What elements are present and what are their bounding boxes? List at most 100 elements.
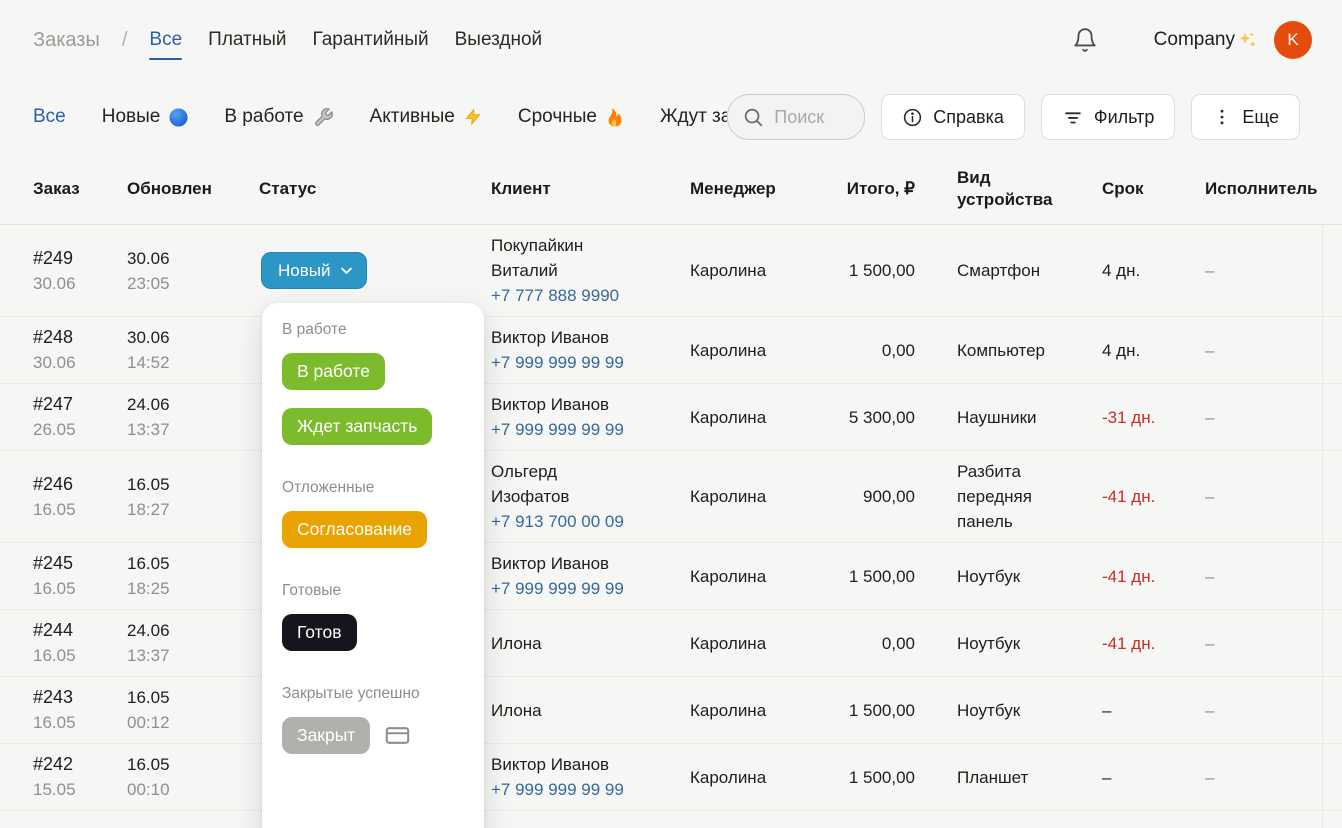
status-option[interactable]: В работе bbox=[282, 353, 385, 390]
client-phone-link[interactable]: +7 999 999 99 99 bbox=[491, 350, 624, 375]
credit-card-icon bbox=[384, 722, 411, 749]
client-cell: Илона bbox=[491, 623, 690, 664]
help-button-label: Справка bbox=[933, 107, 1004, 128]
client-phone-link[interactable]: +7 777 888 9990 bbox=[491, 283, 619, 308]
total-cell: 0,00 bbox=[800, 824, 915, 828]
status-option[interactable]: Готов bbox=[282, 614, 357, 651]
tab[interactable]: Все bbox=[33, 106, 66, 128]
status-option-row: Согласование bbox=[282, 511, 464, 548]
client-name: Виктор Иванов bbox=[491, 551, 631, 576]
table-row[interactable]: #248 30.06 30.06 14:52 Виктор Иванов+7 9… bbox=[0, 317, 1342, 384]
tab[interactable]: Новые bbox=[102, 106, 189, 128]
search-input[interactable] bbox=[772, 106, 850, 129]
order-date: 30.06 bbox=[33, 350, 127, 375]
tab-label: Все bbox=[33, 106, 66, 128]
status-dropdown-button[interactable]: Новый bbox=[261, 252, 367, 289]
table-row[interactable]: #241 24.06 Виктор Иванов Каролина 0,00 П… bbox=[0, 811, 1342, 828]
client-phone-link[interactable]: +7 913 700 00 09 bbox=[491, 509, 624, 534]
top-nav-item[interactable]: Выездной bbox=[455, 29, 543, 51]
client-phone-link[interactable]: +7 999 999 99 99 bbox=[491, 777, 624, 802]
order-number: #243 bbox=[33, 685, 127, 710]
tab-label: Ждут запч bbox=[660, 106, 727, 128]
status-option-row: Ждет запчасть bbox=[282, 408, 464, 445]
updated-cell: 16.05 00:10 bbox=[127, 744, 259, 810]
executor-cell: – bbox=[1165, 690, 1342, 731]
table-body: #249 30.06 30.06 23:05 Новый Покупайкин … bbox=[0, 225, 1342, 828]
table-row[interactable]: #247 26.05 24.06 13:37 Виктор Иванов+7 9… bbox=[0, 384, 1342, 451]
status-option-row: В работе bbox=[282, 353, 464, 390]
order-date: 30.06 bbox=[33, 271, 127, 296]
client-cell: Виктор Иванов+7 999 999 99 99 bbox=[491, 543, 690, 609]
filter-tabs: Все Новые В работе Активные Срочные Ждут запч bbox=[33, 106, 727, 128]
tab[interactable]: Срочные bbox=[518, 106, 624, 128]
status-group-label: Отложенные bbox=[282, 479, 464, 497]
client-cell: Илона bbox=[491, 690, 690, 731]
tab[interactable]: Ждут запч bbox=[660, 106, 727, 128]
search-box[interactable] bbox=[727, 94, 865, 140]
column-header-updated: Обновлен bbox=[127, 178, 259, 200]
total-cell: 1 500,00 bbox=[800, 757, 915, 798]
manager-cell: Каролина bbox=[690, 476, 800, 517]
updated-time: 18:25 bbox=[127, 576, 259, 601]
tab-label: В работе bbox=[224, 106, 303, 128]
tabs-bar: Все Новые В работе Активные Срочные Ждут запч… bbox=[0, 80, 1342, 154]
order-cell: #249 30.06 bbox=[33, 238, 127, 304]
status-option[interactable]: Ждет запчасть bbox=[282, 408, 432, 445]
table-row[interactable]: #242 15.05 16.05 00:10 Виктор Иванов+7 9… bbox=[0, 744, 1342, 811]
updated-date: 30.06 bbox=[127, 246, 259, 271]
updated-cell: 24.06 bbox=[127, 824, 259, 828]
order-date: 16.05 bbox=[33, 497, 127, 522]
order-cell: #247 26.05 bbox=[33, 384, 127, 450]
status-group: Отложенные Согласование bbox=[282, 479, 464, 548]
total-cell: 0,00 bbox=[800, 623, 915, 664]
status-group: Закрытые успешноЗакрыт bbox=[282, 685, 464, 754]
top-bar: Заказы / ВсеПлатныйГарантийныйВыездной C… bbox=[0, 0, 1342, 80]
updated-cell: 30.06 23:05 bbox=[127, 238, 259, 304]
filter-button[interactable]: Фильтр bbox=[1041, 94, 1175, 140]
lightning-icon bbox=[464, 107, 482, 127]
order-date: 16.05 bbox=[33, 576, 127, 601]
company-menu[interactable]: Company bbox=[1154, 29, 1258, 51]
status-group: ГотовыеГотов bbox=[282, 582, 464, 651]
total-cell: 900,00 bbox=[800, 476, 915, 517]
order-number: #244 bbox=[33, 618, 127, 643]
table-row[interactable]: #245 16.05 16.05 18:25 Виктор Иванов+7 9… bbox=[0, 543, 1342, 610]
table-row[interactable]: #249 30.06 30.06 23:05 Новый Покупайкин … bbox=[0, 225, 1342, 317]
more-button[interactable]: Еще bbox=[1191, 94, 1300, 140]
client-cell: Покупайкин Виталий+7 777 888 9990 bbox=[491, 225, 690, 316]
search-icon bbox=[742, 106, 764, 128]
status-cell: Новый bbox=[259, 252, 491, 289]
table-row[interactable]: #244 16.05 24.06 13:37 Илона Каролина 0,… bbox=[0, 610, 1342, 677]
help-button[interactable]: Справка bbox=[881, 94, 1025, 140]
sparkles-icon bbox=[1237, 30, 1258, 51]
tab[interactable]: В работе bbox=[224, 106, 333, 128]
manager-cell: Каролина bbox=[690, 623, 800, 664]
avatar[interactable]: K bbox=[1274, 21, 1312, 59]
client-phone-link[interactable]: +7 999 999 99 99 bbox=[491, 417, 624, 442]
order-number: #247 bbox=[33, 392, 127, 417]
term-cell: -41 дн. bbox=[1062, 556, 1165, 597]
status-option[interactable]: Закрыт bbox=[282, 717, 370, 754]
updated-cell: 30.06 14:52 bbox=[127, 317, 259, 383]
notifications-button[interactable] bbox=[1068, 23, 1102, 57]
tab[interactable]: Активные bbox=[370, 106, 482, 128]
table-row[interactable]: #243 16.05 16.05 00:12 Илона Каролина 1 … bbox=[0, 677, 1342, 744]
manager-cell: Каролина bbox=[690, 690, 800, 731]
client-phone-link[interactable]: +7 999 999 99 99 bbox=[491, 576, 624, 601]
client-cell: Виктор Иванов bbox=[491, 824, 690, 828]
updated-date: 16.05 bbox=[127, 752, 259, 777]
table-row[interactable]: #246 16.05 16.05 18:27 Ольгерд Изофатов+… bbox=[0, 451, 1342, 543]
term-cell: 4 дн. bbox=[1062, 330, 1165, 371]
top-nav-item[interactable]: Платный bbox=[208, 29, 286, 51]
scrollbar-track[interactable] bbox=[1322, 225, 1323, 828]
top-nav-item[interactable]: Гарантийный bbox=[313, 29, 429, 51]
top-nav-item[interactable]: Все bbox=[149, 29, 182, 51]
updated-cell: 16.05 00:12 bbox=[127, 677, 259, 743]
company-name: Company bbox=[1154, 29, 1235, 51]
table-header: Заказ Обновлен Статус Клиент Менеджер Ит… bbox=[0, 154, 1342, 225]
client-name: Илона bbox=[491, 631, 631, 656]
order-cell: #242 15.05 bbox=[33, 744, 127, 810]
term-cell: -41 дн. bbox=[1062, 476, 1165, 517]
status-option[interactable]: Согласование bbox=[282, 511, 427, 548]
column-header-total: Итого, ₽ bbox=[800, 178, 915, 200]
